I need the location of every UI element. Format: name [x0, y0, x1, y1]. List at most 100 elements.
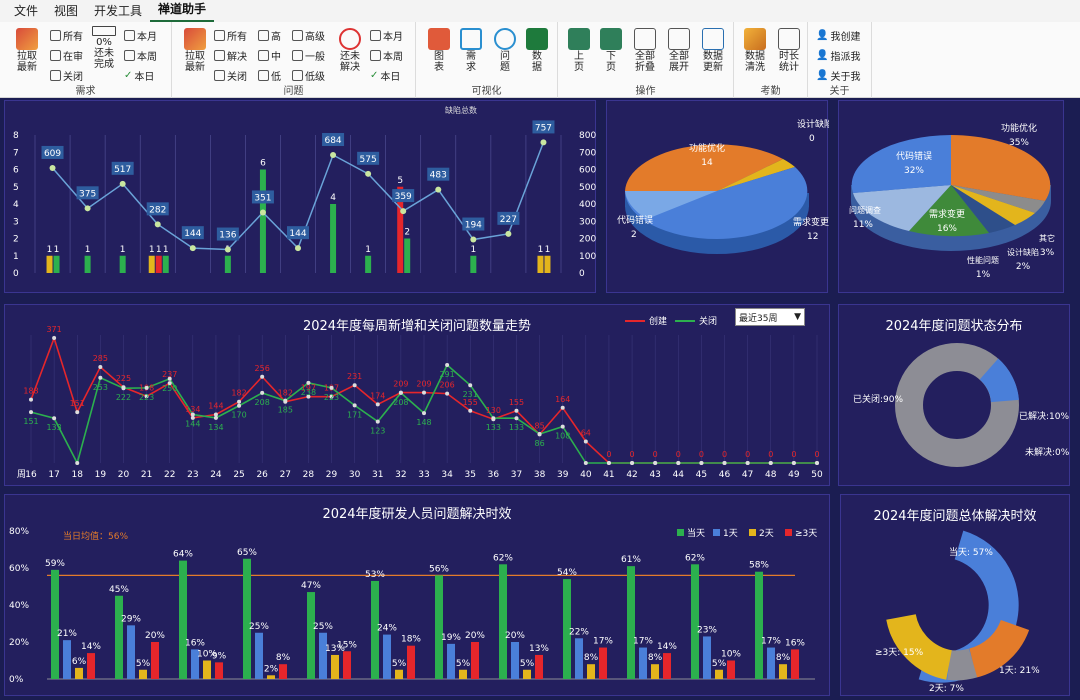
- bar-label: 6: [260, 159, 266, 169]
- created-label: 130: [486, 406, 501, 415]
- req-closed-button[interactable]: 关闭: [50, 68, 83, 83]
- created-by-me-button[interactable]: 👤 我创建: [816, 28, 860, 43]
- issue-pull-latest-button[interactable]: 拉取 最新: [176, 28, 214, 73]
- menu-tab-developer[interactable]: 开发工具: [86, 2, 150, 22]
- prev-page-button[interactable]: 上 页: [566, 28, 592, 73]
- bar: [779, 664, 787, 679]
- issue-view-button[interactable]: 问 题: [492, 28, 518, 73]
- line-point: [154, 221, 161, 228]
- overall-two-days-label: 2天: 7%: [929, 684, 964, 694]
- bar-label: 1: [538, 245, 544, 255]
- bar: [395, 669, 403, 679]
- bar-label: 9%: [212, 651, 227, 661]
- week-tick: 16: [25, 470, 37, 480]
- y-tick: 0%: [9, 675, 24, 685]
- priority-mid-button[interactable]: 中: [258, 48, 281, 63]
- duration-stats-button[interactable]: 时长 统计: [774, 28, 804, 73]
- req-today-button[interactable]: ✓ 本日: [124, 68, 154, 83]
- chart-button[interactable]: 图 表: [426, 28, 452, 73]
- week-tick: 32: [395, 470, 406, 480]
- req-pull-latest-button[interactable]: 拉取 最新: [8, 28, 46, 73]
- closed-label: 231: [463, 390, 478, 399]
- issue-month-button[interactable]: 本月: [370, 28, 403, 43]
- assigned-to-me-button[interactable]: 👤 指派我: [816, 48, 860, 63]
- expand-all-button[interactable]: 全部 展开: [664, 28, 694, 73]
- closed-point: [791, 461, 796, 465]
- created-point: [75, 410, 80, 415]
- priority-high-button[interactable]: 高: [258, 28, 281, 43]
- right-tick: 0: [579, 269, 585, 279]
- legend-swatch: [677, 529, 684, 536]
- pie-value: 32%: [904, 166, 924, 176]
- people-efficiency-chart: 0% 20% 40% 60% 80% 当日均值：56% 当天 1天 2天 ≥3天 59% 21% 6% 1…: [9, 527, 817, 685]
- bar: [259, 169, 266, 273]
- week-tick: 22: [164, 470, 175, 480]
- created-label: 188: [23, 387, 38, 396]
- week-range-select[interactable]: 最近35周 ▼: [735, 308, 805, 326]
- req-month-button[interactable]: 本月: [124, 28, 157, 43]
- left-tick: 6: [13, 166, 19, 176]
- priority-low-button[interactable]: 低: [258, 68, 281, 83]
- bar: [447, 643, 455, 679]
- bar-label: 59%: [45, 559, 65, 569]
- issue-week-button[interactable]: 本周: [370, 48, 403, 63]
- pie-label: 需求变更: [793, 216, 829, 228]
- legend-label: 当天: [687, 527, 705, 539]
- req-incomplete-button[interactable]: 0% 还未 完成: [88, 26, 120, 70]
- bar-label: 62%: [493, 553, 513, 563]
- bar: [162, 255, 169, 273]
- issue-type-share-pie: 功能优化 35% 代码错误 32% 问题调查 11% 需求变更 16% 性能问题…: [849, 122, 1055, 280]
- created-label: 174: [370, 391, 385, 400]
- y-tick: 60%: [9, 564, 29, 574]
- closed-point: [306, 380, 311, 385]
- closed-label: 123: [370, 427, 385, 436]
- menu-tab-view[interactable]: 视图: [46, 2, 86, 22]
- line-value-label: 359: [395, 192, 412, 202]
- overall-efficiency-panel: 2024年度问题总体解决时效 当天: 57% 1天: 21% 2天: 7% ≥3…: [840, 494, 1070, 696]
- week-tick: 36: [488, 470, 500, 480]
- severity-normal-button[interactable]: 一般: [292, 48, 325, 63]
- issue-closed-button[interactable]: 关闭: [214, 68, 247, 83]
- about-me-button[interactable]: 👤 关于我: [816, 68, 860, 83]
- bar-label: 5%: [392, 659, 407, 669]
- issue-resolved-button[interactable]: 解决: [214, 48, 247, 63]
- y-tick: 80%: [9, 527, 29, 537]
- bar-label: 5%: [136, 659, 151, 669]
- req-review-button[interactable]: 在审: [50, 48, 83, 63]
- closed-label: 208: [255, 398, 270, 407]
- next-page-button[interactable]: 下 页: [598, 28, 624, 73]
- req-week-button[interactable]: 本周: [124, 48, 157, 63]
- closed-point: [468, 383, 473, 388]
- severity-low-button[interactable]: 低级: [292, 68, 325, 83]
- bar: [791, 649, 799, 679]
- requirement-view-button[interactable]: 需 求: [458, 28, 484, 73]
- bar-label: 1: [545, 245, 551, 255]
- issue-unresolved-button[interactable]: 还未 解决: [334, 28, 366, 73]
- data-update-button[interactable]: 数据 更新: [698, 28, 728, 73]
- data-clean-button[interactable]: 数据 清洗: [740, 28, 770, 73]
- closed-point: [606, 461, 611, 465]
- req-all-button[interactable]: 所有: [50, 28, 83, 43]
- closed-point: [352, 403, 357, 408]
- menu-tab-file[interactable]: 文件: [6, 2, 46, 22]
- closed-point: [375, 419, 380, 424]
- issue-all-button[interactable]: 所有: [214, 28, 247, 43]
- week-tick: 48: [765, 470, 777, 480]
- funnel-icon: [258, 70, 269, 81]
- bar: [499, 564, 507, 679]
- bar-label: 5%: [456, 659, 471, 669]
- closed-point: [98, 375, 103, 380]
- closed-label: 133: [486, 423, 501, 432]
- week-tick: 19: [95, 470, 107, 480]
- created-label: 209: [416, 380, 431, 389]
- menu-tab-zentao-helper[interactable]: 禅道助手: [150, 0, 215, 22]
- pie-label: 设计缺陷: [797, 118, 829, 130]
- bar: [215, 662, 223, 679]
- bar: [331, 654, 339, 679]
- pie-value: 2%: [1016, 262, 1031, 272]
- right-tick: 200: [579, 235, 596, 245]
- data-view-button[interactable]: 数 据: [524, 28, 550, 73]
- collapse-all-button[interactable]: 全部 折叠: [630, 28, 660, 73]
- issue-today-button[interactable]: ✓ 本日: [370, 68, 400, 83]
- severity-high-button[interactable]: 高级: [292, 28, 325, 43]
